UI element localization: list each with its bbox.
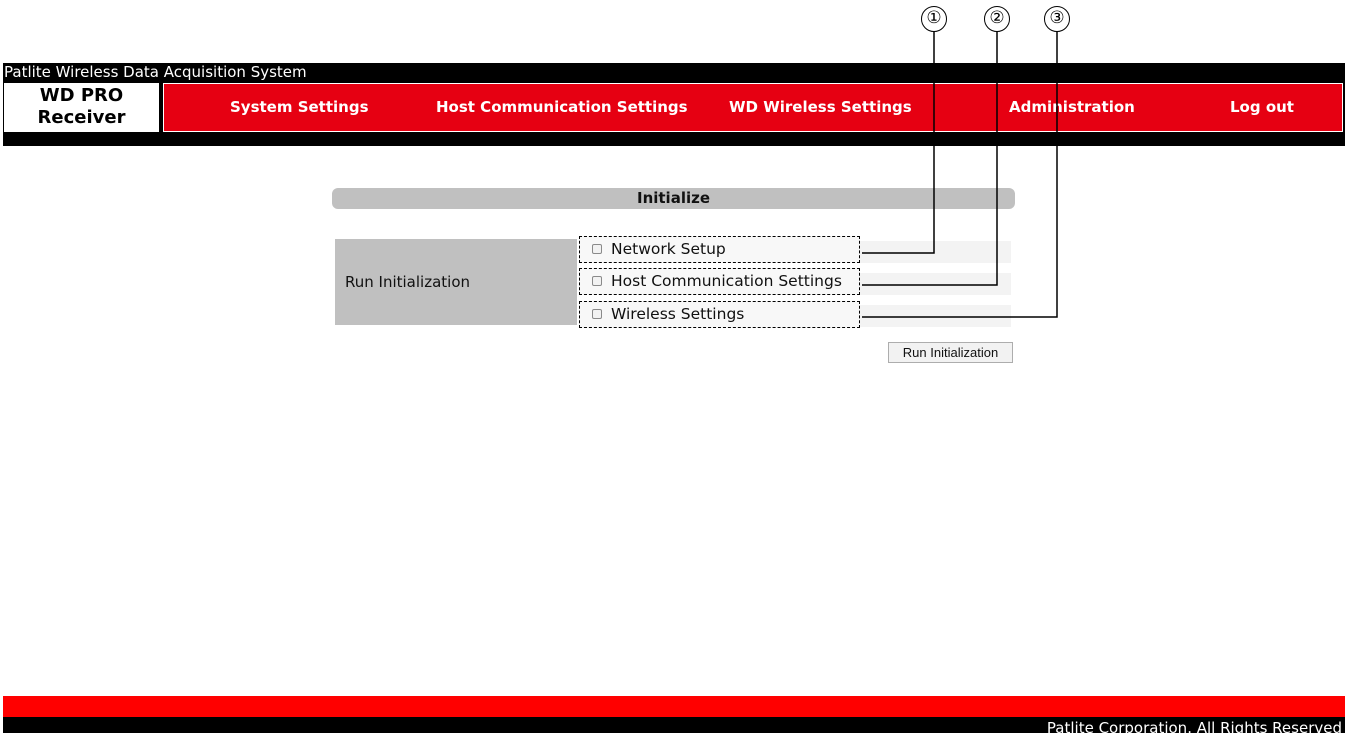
section-title: Initialize	[332, 188, 1015, 209]
checkbox-wireless-settings[interactable]	[592, 309, 602, 319]
option-host-communication-settings[interactable]: Host Communication Settings	[579, 268, 860, 295]
nav-host-communication-settings[interactable]: Host Communication Settings	[436, 84, 688, 131]
option-network-setup[interactable]: Network Setup	[579, 236, 860, 263]
nav-log-out[interactable]: Log out	[1230, 84, 1294, 131]
form-label: Run Initialization	[335, 239, 577, 325]
brand-line-2: Receiver	[37, 107, 126, 128]
option-label: Wireless Settings	[611, 305, 745, 323]
window-title: Patlite Wireless Data Acquisition System	[3, 63, 1345, 83]
callout-3: ③	[1044, 6, 1070, 32]
option-label: Host Communication Settings	[611, 272, 842, 290]
nav-system-settings[interactable]: System Settings	[230, 84, 369, 131]
option-label: Network Setup	[611, 240, 726, 258]
main-nav: System Settings Host Communication Setti…	[163, 83, 1343, 132]
brand-logo: WD PRO Receiver	[4, 83, 159, 132]
app-window: Patlite Wireless Data Acquisition System…	[3, 63, 1345, 733]
footer-band	[3, 696, 1345, 717]
run-initialization-button[interactable]: Run Initialization	[888, 342, 1013, 363]
footer-copyright: Patlite Corporation. All Rights Reserved	[3, 717, 1345, 733]
header: WD PRO Receiver System Settings Host Com…	[3, 83, 1345, 146]
brand-line-1: WD PRO	[39, 85, 124, 106]
option-wireless-settings[interactable]: Wireless Settings	[579, 301, 860, 328]
callout-2: ②	[984, 6, 1010, 32]
checkbox-host-communication-settings[interactable]	[592, 276, 602, 286]
checkbox-network-setup[interactable]	[592, 244, 602, 254]
nav-administration[interactable]: Administration	[1009, 84, 1135, 131]
callout-1: ①	[921, 6, 947, 32]
page-root: ① ② ③ Patlite Wireless Data Acquisition …	[0, 0, 1348, 733]
nav-wd-wireless-settings[interactable]: WD Wireless Settings	[729, 84, 912, 131]
